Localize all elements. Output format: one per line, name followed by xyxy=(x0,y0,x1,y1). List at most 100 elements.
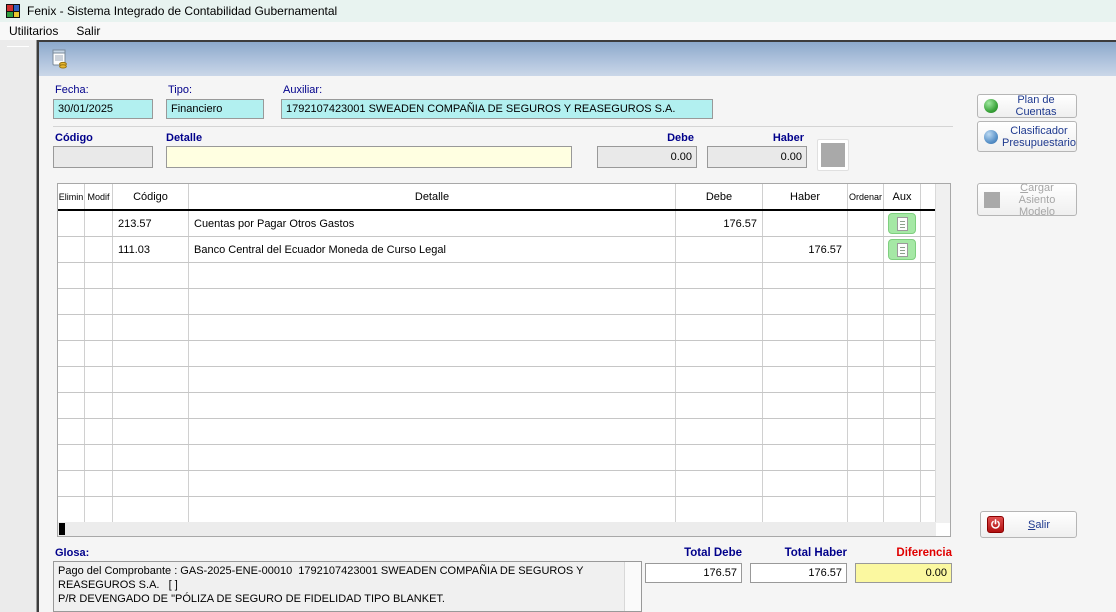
cell-Aux[interactable] xyxy=(884,237,921,262)
grid-row[interactable]: 111.03Banco Central del Ecuador Moneda d… xyxy=(58,237,936,263)
grid-row[interactable] xyxy=(58,341,936,367)
cell-Haber xyxy=(763,419,848,444)
auxiliar-field[interactable]: 1792107423001 SWEADEN COMPAÑIA DE SEGURO… xyxy=(281,99,713,119)
grid-row[interactable] xyxy=(58,289,936,315)
grid-header-row: EliminModifCódigoDetalleDebeHaberOrdenar… xyxy=(58,184,936,211)
grid-row[interactable] xyxy=(58,497,936,523)
cell-Debe xyxy=(676,497,763,522)
aux-button[interactable] xyxy=(888,239,916,260)
menubar: Utilitarios Salir xyxy=(0,22,1116,40)
cell-filler[interactable] xyxy=(921,211,936,236)
grid-row[interactable] xyxy=(58,315,936,341)
cell-Código xyxy=(113,445,189,470)
grid-row[interactable]: 213.57Cuentas por Pagar Otros Gastos176.… xyxy=(58,211,936,237)
menu-salir[interactable]: Salir xyxy=(67,22,109,40)
cell-Modif xyxy=(85,471,113,496)
save-voucher-button[interactable] xyxy=(47,46,73,72)
cell-Aux xyxy=(884,315,921,340)
cell-Aux xyxy=(884,341,921,366)
cell-Debe[interactable]: 176.57 xyxy=(676,211,763,236)
cell-Código xyxy=(113,263,189,288)
cell-Haber[interactable]: 176.57 xyxy=(763,237,848,262)
cell-Ordenar[interactable] xyxy=(848,237,884,262)
cell-Haber xyxy=(763,497,848,522)
add-entry-button[interactable] xyxy=(817,139,849,171)
cell-Debe[interactable] xyxy=(676,237,763,262)
tipo-field[interactable]: Financiero xyxy=(166,99,264,119)
cell-Debe xyxy=(676,289,763,314)
cell-Elimin xyxy=(58,341,85,366)
codigo-input[interactable] xyxy=(53,146,153,168)
cargar-asiento-modelo-button[interactable]: Cargar Asiento Modelo xyxy=(977,183,1077,216)
clasificador-label: Clasificador Presupuestario xyxy=(1002,125,1076,149)
cell-Detalle[interactable]: Cuentas por Pagar Otros Gastos xyxy=(189,211,676,236)
cell-Ordenar xyxy=(848,419,884,444)
cell-Debe xyxy=(676,315,763,340)
menu-utilitarios[interactable]: Utilitarios xyxy=(0,22,67,40)
grid-horizontal-scrollbar[interactable] xyxy=(58,522,936,536)
cell-Debe xyxy=(676,367,763,392)
blue-sphere-icon xyxy=(984,130,998,144)
cell-Modif[interactable] xyxy=(85,237,113,262)
cell-Código xyxy=(113,393,189,418)
cell-Detalle xyxy=(189,263,676,288)
cell-Detalle xyxy=(189,471,676,496)
cell-Elimin xyxy=(58,367,85,392)
cell-Ordenar[interactable] xyxy=(848,211,884,236)
grid-row[interactable] xyxy=(58,393,936,419)
separator-line xyxy=(53,126,953,127)
cell-Código xyxy=(113,315,189,340)
grid-row[interactable] xyxy=(58,471,936,497)
grid-header-Modif: Modif xyxy=(85,184,113,209)
cell-Elimin[interactable] xyxy=(58,211,85,236)
cell-Haber xyxy=(763,263,848,288)
gray-square-icon xyxy=(984,192,1000,208)
grid-row[interactable] xyxy=(58,263,936,289)
cell-filler xyxy=(921,263,936,288)
cell-Código[interactable]: 213.57 xyxy=(113,211,189,236)
document-icon xyxy=(897,243,908,257)
cell-Aux xyxy=(884,393,921,418)
cell-Detalle[interactable]: Banco Central del Ecuador Moneda de Curs… xyxy=(189,237,676,262)
grid-vertical-scrollbar[interactable] xyxy=(935,184,950,523)
cell-filler xyxy=(921,419,936,444)
cell-Código xyxy=(113,497,189,522)
cell-Código[interactable]: 111.03 xyxy=(113,237,189,262)
grid-row[interactable] xyxy=(58,419,936,445)
cell-Haber[interactable] xyxy=(763,211,848,236)
cell-Aux[interactable] xyxy=(884,211,921,236)
detalle-input[interactable] xyxy=(166,146,572,168)
cell-Elimin xyxy=(58,471,85,496)
cell-filler[interactable] xyxy=(921,237,936,262)
cell-Modif xyxy=(85,497,113,522)
cell-Modif xyxy=(85,341,113,366)
cell-filler xyxy=(921,367,936,392)
cell-filler xyxy=(921,341,936,366)
cell-Código xyxy=(113,289,189,314)
cell-Debe xyxy=(676,445,763,470)
haber-input[interactable]: 0.00 xyxy=(707,146,807,168)
fecha-field[interactable]: 30/01/2025 xyxy=(53,99,153,119)
grid-row[interactable] xyxy=(58,367,936,393)
cell-Haber xyxy=(763,315,848,340)
cell-Elimin xyxy=(58,289,85,314)
cell-Aux xyxy=(884,419,921,444)
glosa-scrollbar[interactable] xyxy=(624,562,641,611)
clasificador-presupuestario-button[interactable]: Clasificador Presupuestario xyxy=(977,121,1077,152)
aux-button[interactable] xyxy=(888,213,916,234)
cell-filler xyxy=(921,497,936,522)
grid-row[interactable] xyxy=(58,445,936,471)
cell-Aux xyxy=(884,367,921,392)
plan-de-cuentas-button[interactable]: Plan de Cuentas xyxy=(977,94,1077,118)
cell-Modif[interactable] xyxy=(85,211,113,236)
salir-button[interactable]: Salir xyxy=(980,511,1077,538)
glosa-textarea[interactable]: Pago del Comprobante : GAS-2025-ENE-0001… xyxy=(53,561,642,612)
cell-Detalle xyxy=(189,289,676,314)
fecha-label: Fecha: xyxy=(55,84,89,96)
dock-grip-handle[interactable] xyxy=(7,46,29,47)
grid-hscroll-thumb[interactable] xyxy=(59,523,65,535)
cell-Modif xyxy=(85,419,113,444)
cell-Elimin[interactable] xyxy=(58,237,85,262)
debe-input[interactable]: 0.00 xyxy=(597,146,697,168)
power-icon xyxy=(987,516,1004,533)
